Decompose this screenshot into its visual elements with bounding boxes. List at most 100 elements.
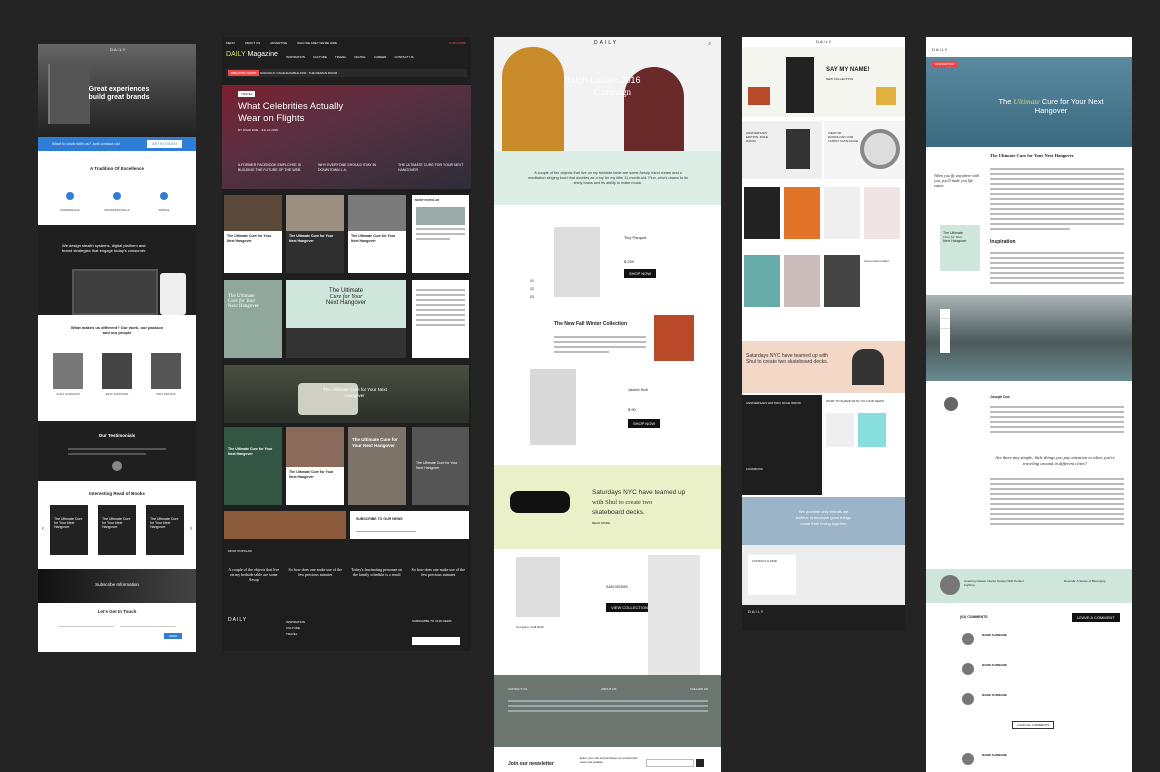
nav-career[interactable]: CAREER bbox=[374, 54, 387, 60]
slide-number[interactable]: 01 bbox=[530, 277, 534, 285]
hero-boots[interactable]: SAY MY NAME! NEW COLLECTION bbox=[742, 47, 905, 117]
product-tile[interactable] bbox=[784, 255, 820, 307]
card-title: The Ultimate Cure for Your Next Hangover bbox=[227, 234, 272, 243]
tile-headline: Saturdays NYC have teamed up with Shul t… bbox=[746, 353, 828, 365]
logo: DAILY Magazine bbox=[226, 51, 278, 58]
get-in-touch-button[interactable]: GET IN TOUCH bbox=[147, 140, 182, 148]
read-more-link[interactable]: READ MORE bbox=[592, 521, 610, 525]
hiring-link[interactable]: WHO WE ARE? WE'RE HIRE bbox=[297, 40, 337, 46]
product-tile[interactable] bbox=[824, 187, 860, 239]
article-card[interactable]: The Ultimate Cure for Your Next Hangover bbox=[224, 427, 282, 505]
model-sunglasses[interactable] bbox=[530, 369, 576, 445]
product-thumb[interactable] bbox=[826, 413, 854, 447]
prev-arrow-icon[interactable]: ‹ bbox=[42, 526, 44, 532]
product-tile[interactable] bbox=[744, 187, 780, 239]
footer-col-title: ABOUT US bbox=[601, 687, 617, 691]
product-thumb[interactable] bbox=[858, 413, 886, 447]
subscribe-link[interactable]: SUBSCRIBE bbox=[449, 40, 466, 46]
nav-inspiration[interactable]: INSPIRATION bbox=[286, 54, 305, 60]
subhead[interactable]: WHY EVERYONE SHOULD STAY IN DOWNTOWN L.A… bbox=[318, 163, 386, 172]
author-name: Joseph Doe bbox=[990, 395, 1010, 399]
footer-email-input[interactable] bbox=[412, 637, 460, 645]
avatar bbox=[102, 353, 132, 389]
load-comments-button[interactable]: LOAD ALL COMMENTS bbox=[1012, 721, 1055, 729]
map-section[interactable]: CONTACT & FIND bbox=[742, 545, 905, 605]
article-card[interactable]: The Ultimate Cure for Your Next Hangover bbox=[286, 427, 344, 505]
nav-digital[interactable]: DIGITAL bbox=[354, 54, 365, 60]
card-grid-3: The Ultimate Cure for Your Next Hangover… bbox=[222, 427, 471, 507]
related-title[interactable]: Amazing Classic Interior Design With Per… bbox=[964, 579, 1024, 587]
intro-text: A couple of the objects that live on my … bbox=[528, 171, 688, 185]
thumb-strip[interactable] bbox=[224, 511, 346, 539]
advertise-link[interactable]: ADVERTISE bbox=[270, 40, 287, 46]
article-hero[interactable]: INSPIRATION The Ultimate Cure for Your N… bbox=[926, 57, 1132, 147]
book-card[interactable]: The Ultimate Cure for Your Next Hangover bbox=[50, 505, 88, 555]
view-collection-button[interactable]: VIEW COLLECTION bbox=[606, 603, 653, 612]
slide-number[interactable]: 02 bbox=[530, 285, 534, 293]
model-suit[interactable] bbox=[516, 557, 560, 617]
search-icon[interactable]: ⌕ bbox=[708, 41, 711, 47]
product-tile[interactable] bbox=[864, 187, 900, 239]
subscribe-email-input[interactable] bbox=[356, 527, 416, 532]
mint-feature[interactable]: The Ultimate Cure for Your Next Hangover bbox=[286, 280, 406, 358]
chair-tile[interactable]: ANNIVERSARY EDITION: DOLE WOOD bbox=[742, 121, 822, 179]
lake-image[interactable] bbox=[926, 295, 1132, 381]
article-card[interactable]: The Ultimate Cure for Your Next Hangover bbox=[286, 195, 344, 273]
collection-image[interactable] bbox=[654, 315, 694, 361]
related-thumb[interactable] bbox=[940, 575, 960, 595]
hero-feature[interactable]: TRAVEL What Celebrities Actually Wear on… bbox=[222, 85, 471, 189]
hero-word: Cure for bbox=[1041, 97, 1069, 106]
about-link[interactable]: ABOUT US bbox=[245, 40, 260, 46]
send-button[interactable]: SEND bbox=[164, 633, 183, 639]
pinterest-icon[interactable] bbox=[940, 329, 950, 339]
subhead[interactable]: THE ULTIMATE CURE FOR YOUR NEXT HANGOVER bbox=[398, 163, 466, 172]
saturdays-line: skateboard decks. bbox=[592, 509, 645, 516]
product-tile[interactable] bbox=[784, 187, 820, 239]
menu-link[interactable]: MENU bbox=[226, 40, 235, 46]
newsletter-submit-icon[interactable] bbox=[696, 759, 704, 767]
shop-now-button[interactable]: SHOP NOW bbox=[628, 419, 661, 428]
related-title[interactable]: Records: A Sense of Belonging bbox=[1064, 579, 1124, 583]
facebook-icon[interactable] bbox=[940, 309, 950, 319]
name-input[interactable] bbox=[58, 621, 114, 627]
email-input[interactable] bbox=[120, 621, 176, 627]
pull-quote: Are there any simple, little things you … bbox=[995, 455, 1115, 466]
side-card[interactable]: The Ultimate Cure for Your Next Hangover bbox=[940, 225, 980, 271]
model-coat-long[interactable] bbox=[648, 555, 700, 675]
subhead[interactable]: A FORMER FACEBOOK EMPLOYEE IS BUILDING T… bbox=[238, 163, 306, 172]
article-card[interactable]: The Ultimate Cure for Your Next Hangover bbox=[348, 427, 406, 505]
newsletter-input[interactable] bbox=[646, 759, 694, 767]
subscribe-row: SUBSCRIBE TO OUR NEWS bbox=[222, 511, 471, 541]
subscribe-box: SUBSCRIBE TO OUR NEWS bbox=[350, 511, 469, 539]
saturdays-tile[interactable]: Saturdays NYC have teamed up with Shul t… bbox=[742, 341, 905, 393]
article-card[interactable]: The Ultimate Cure for Your Next Hangover bbox=[348, 195, 406, 273]
logo-daily: DAILY bbox=[226, 51, 246, 58]
nav-contact[interactable]: CONTACT US bbox=[394, 54, 413, 60]
next-arrow-icon[interactable]: › bbox=[190, 526, 192, 532]
side-card-line: The Ultimate bbox=[943, 231, 963, 235]
article-card[interactable]: The Ultimate Cure for Your Next Hangover bbox=[224, 195, 282, 273]
book-card[interactable]: The Ultimate Cure for Your Next Hangover bbox=[98, 505, 136, 555]
slide-number[interactable]: 03 bbox=[530, 293, 534, 301]
watch-tile[interactable]: VIEW OR DOWNLOAD OUR LATEST CATALOGUE bbox=[824, 121, 905, 179]
product-tile[interactable] bbox=[824, 255, 860, 307]
van-banner[interactable]: The Ultimate Cure for Your Next Hangover bbox=[224, 365, 469, 423]
dark-tile[interactable]: ANNIVERSARY EDITION: DOLE WOOD LOOKBOOK bbox=[742, 395, 822, 495]
card-image bbox=[286, 195, 344, 231]
leave-comment-button[interactable]: LEAVE A COMMENT bbox=[1072, 613, 1120, 622]
nav-culture[interactable]: CULTURE bbox=[313, 54, 327, 60]
book-card[interactable]: The Ultimate Cure for Your Next Hangover bbox=[146, 505, 184, 555]
card-title: The Ultimate Cure for Your Next Hangover bbox=[289, 234, 334, 243]
team-member: ALEX JOHNSON bbox=[48, 353, 88, 397]
product-tile[interactable] bbox=[744, 255, 780, 307]
fashion-hero[interactable]: DAILY ⌕ Ralph Lauren 2016 Campaign bbox=[494, 37, 721, 151]
footer-link[interactable]: TRAVEL bbox=[286, 631, 326, 637]
article-card[interactable]: The Ultimate Cure for Your Next Hangover bbox=[412, 427, 469, 505]
shop-now-button[interactable]: SHOP NOW bbox=[624, 269, 657, 278]
slide-numbers: 01 02 03 bbox=[530, 277, 534, 301]
nav-travel[interactable]: TRAVEL bbox=[335, 54, 346, 60]
product-coat[interactable] bbox=[554, 227, 600, 297]
mint-card[interactable]: The Ultimate Cure for Your Next Hangover bbox=[224, 280, 282, 358]
twitter-icon[interactable] bbox=[940, 319, 950, 329]
popular-thumb[interactable] bbox=[416, 207, 465, 225]
